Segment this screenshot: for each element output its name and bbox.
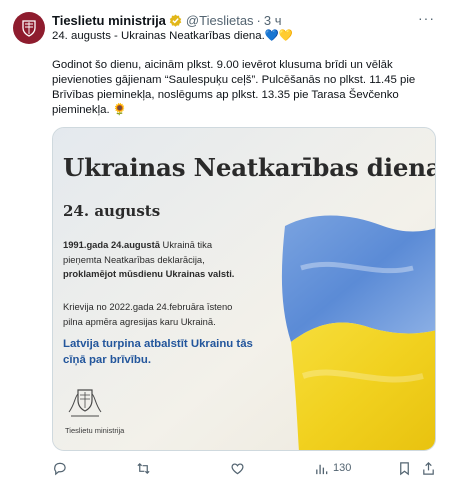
ministry-logo-icon [68,389,102,417]
media-image[interactable]: Ukrainas Neatkarības diena 24. augusts 1… [52,127,436,451]
author-name[interactable]: Tieslietu ministrija [52,13,166,28]
reply-button[interactable] [52,458,67,478]
card-title: Ukrainas Neatkarības diena [63,153,436,182]
share-button[interactable] [421,458,436,478]
timestamp[interactable]: 3 ч [264,13,282,28]
author-handle[interactable]: @Tieslietas [186,13,254,28]
heart-icon [231,462,244,474]
avatar[interactable] [13,12,45,44]
card-p1-bold-proclamation: proklamējot mūsdienu Ukrainas valsti. [63,268,235,279]
like-button[interactable] [230,458,245,478]
action-bar: 130 [52,458,436,478]
repost-button[interactable] [136,458,151,478]
coat-of-arms-icon [22,20,36,37]
views-button[interactable]: 130 [314,458,351,478]
card-p1-bold-date: 1991.gada 24.augustā [63,239,160,250]
card-logo-label: Tieslietu ministrija [65,426,125,435]
tweet-header: Tieslietu ministrija @Tieslietas · 3 ч ·… [52,10,435,29]
views-icon [316,464,328,474]
card-paragraph-2: Krievija no 2022.gada 24.februāra īsteno… [63,301,233,327]
bookmark-icon [400,461,409,475]
card-paragraph-1: 1991.gada 24.augustā Ukrainā tika pieņem… [63,238,253,282]
card-date: 24. augusts [63,202,161,220]
separator-dot: · [256,12,261,28]
reply-icon [54,462,66,475]
share-icon [423,461,434,475]
views-count: 130 [333,462,352,474]
tweet[interactable]: Tieslietu ministrija @Tieslietas · 3 ч ·… [0,0,449,494]
more-options-icon[interactable]: ··· [418,10,435,26]
tweet-body: Godinot šo dienu, aicinām plkst. 9.00 ie… [52,59,416,116]
tweet-headline: 24. augusts - Ukrainas Neatkarības diena… [52,30,294,42]
verified-badge-icon [169,13,182,27]
bookmark-button[interactable] [397,458,412,478]
card-support-statement: Latvija turpina atbalstīt Ukrainu tās cī… [63,338,253,366]
repost-icon [137,462,150,474]
